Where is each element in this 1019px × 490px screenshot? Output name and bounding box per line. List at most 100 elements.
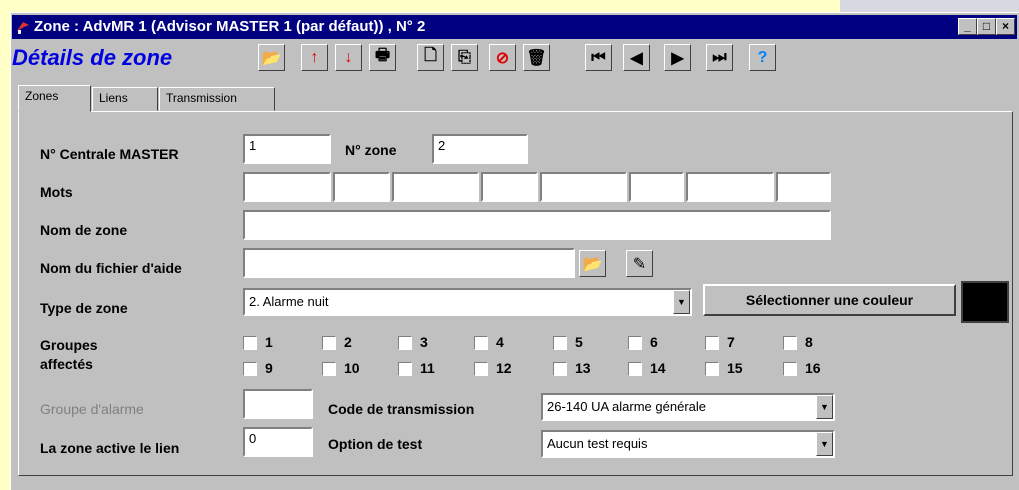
groupes-label-2: affectés (40, 356, 93, 372)
mot-field-8[interactable] (776, 172, 831, 202)
arrow-down-button[interactable]: ↓ (335, 44, 362, 71)
type-zone-label: Type de zone (40, 300, 128, 316)
checkbox-box[interactable] (398, 362, 412, 377)
checkbox-box[interactable] (322, 336, 336, 351)
zone-color-swatch (961, 281, 1009, 323)
groupe-alarme-field[interactable] (243, 389, 313, 419)
checkbox-label: 12 (496, 360, 512, 376)
groupe-checkbox-15[interactable]: 15 (705, 360, 743, 377)
select-color-button[interactable]: Sélectionner une couleur (703, 284, 956, 316)
app-icon (17, 22, 29, 34)
checkbox-label: 4 (496, 334, 504, 350)
maximize-button[interactable]: □ (977, 18, 996, 35)
groupe-checkbox-12[interactable]: 12 (474, 360, 512, 377)
prev-button[interactable]: ◀ (623, 44, 650, 71)
close-button[interactable]: × (996, 18, 1015, 35)
help-icon: ? (757, 48, 768, 66)
mot-field-7[interactable] (686, 172, 774, 202)
trash-icon: 🗑 (526, 49, 547, 67)
minimize-button[interactable]: _ (958, 18, 977, 35)
zone-number-field[interactable]: 2 (432, 134, 528, 164)
groupe-checkbox-10[interactable]: 10 (322, 360, 360, 377)
mots-label: Mots (40, 184, 73, 200)
fichier-aide-field[interactable] (243, 248, 575, 278)
checkbox-box[interactable] (474, 362, 488, 377)
checkbox-box[interactable] (474, 336, 488, 351)
print-button[interactable]: 🖶 (369, 44, 396, 71)
type-zone-select[interactable]: 2. Alarme nuit ▼ (243, 288, 692, 316)
last-button[interactable]: ⏭ (706, 44, 733, 71)
zone-active-field[interactable]: 0 (243, 427, 313, 457)
checkbox-box[interactable] (705, 336, 719, 351)
edit-help-file-button[interactable]: ✎ (626, 250, 653, 277)
checkbox-label: 10 (344, 360, 360, 376)
mot-field-5[interactable] (540, 172, 627, 202)
browse-help-file-button[interactable]: 📂 (579, 250, 606, 277)
groupe-checkbox-14[interactable]: 14 (628, 360, 666, 377)
copy-button[interactable]: ⎘ (451, 44, 478, 71)
tab-zones[interactable]: Zones (18, 85, 91, 112)
centrale-field[interactable]: 1 (243, 134, 331, 164)
checkbox-label: 14 (650, 360, 666, 376)
cancel-button[interactable]: ⊘ (489, 44, 516, 71)
groupes-label-1: Groupes (40, 337, 98, 353)
checkbox-label: 15 (727, 360, 743, 376)
groupe-checkbox-16[interactable]: 16 (783, 360, 821, 377)
groupe-checkbox-13[interactable]: 13 (553, 360, 591, 377)
groupe-checkbox-8[interactable]: 8 (783, 334, 813, 351)
groupe-checkbox-2[interactable]: 2 (322, 334, 352, 351)
option-test-value: Aucun test requis (547, 436, 648, 451)
folder-open-button[interactable]: 📂 (258, 44, 285, 71)
prev-icon: ◀ (630, 49, 643, 67)
next-button[interactable]: ▶ (664, 44, 691, 71)
checkbox-box[interactable] (553, 362, 567, 377)
code-transmission-value: 26-140 UA alarme générale (547, 399, 706, 414)
arrow-up-icon: ↑ (310, 48, 319, 66)
checkbox-box[interactable] (628, 362, 642, 377)
groupe-checkbox-4[interactable]: 4 (474, 334, 504, 351)
new-doc-button[interactable]: 🗋 (417, 44, 444, 71)
tab-liens[interactable]: Liens (92, 87, 158, 111)
groupe-checkbox-11[interactable]: 11 (398, 360, 435, 377)
mot-field-2[interactable] (333, 172, 390, 202)
first-button[interactable]: ⏮ (585, 44, 612, 71)
groupe-checkbox-3[interactable]: 3 (398, 334, 428, 351)
checkbox-label: 2 (344, 334, 352, 350)
mot-field-1[interactable] (243, 172, 331, 202)
chevron-down-icon[interactable]: ▼ (816, 432, 833, 456)
arrow-up-button[interactable]: ↑ (301, 44, 328, 71)
mot-field-6[interactable] (629, 172, 684, 202)
checkbox-box[interactable] (628, 336, 642, 351)
chevron-down-icon[interactable]: ▼ (816, 395, 833, 419)
first-icon: ⏮ (591, 48, 606, 66)
code-transmission-label: Code de transmission (328, 401, 475, 417)
option-test-select[interactable]: Aucun test requis ▼ (541, 430, 835, 458)
tab-transmission[interactable]: Transmission (159, 87, 275, 111)
print-icon: 🖶 (374, 47, 391, 64)
checkbox-box[interactable] (705, 362, 719, 377)
groupe-checkbox-5[interactable]: 5 (553, 334, 583, 351)
checkbox-label: 7 (727, 334, 735, 350)
folder-open-icon: 📂 (582, 255, 603, 273)
groupe-checkbox-1[interactable]: 1 (243, 334, 273, 351)
checkbox-box[interactable] (783, 336, 797, 351)
groupe-checkbox-9[interactable]: 9 (243, 360, 273, 377)
checkbox-box[interactable] (783, 362, 797, 377)
checkbox-box[interactable] (322, 362, 336, 377)
mot-field-3[interactable] (392, 172, 479, 202)
help-button[interactable]: ? (749, 44, 776, 71)
checkbox-box[interactable] (243, 362, 257, 377)
checkbox-box[interactable] (398, 336, 412, 351)
groupe-checkbox-7[interactable]: 7 (705, 334, 735, 351)
groupe-checkbox-6[interactable]: 6 (628, 334, 658, 351)
trash-button[interactable]: 🗑 (523, 44, 550, 71)
page-title: Détails de zone (12, 45, 173, 70)
checkbox-label: 5 (575, 334, 583, 350)
mot-field-4[interactable] (481, 172, 538, 202)
nom-zone-field[interactable] (243, 210, 831, 240)
checkbox-box[interactable] (553, 336, 567, 351)
edit-doc-icon: ✎ (632, 255, 647, 273)
code-transmission-select[interactable]: 26-140 UA alarme générale ▼ (541, 393, 835, 421)
checkbox-box[interactable] (243, 336, 257, 351)
chevron-down-icon[interactable]: ▼ (673, 290, 690, 314)
